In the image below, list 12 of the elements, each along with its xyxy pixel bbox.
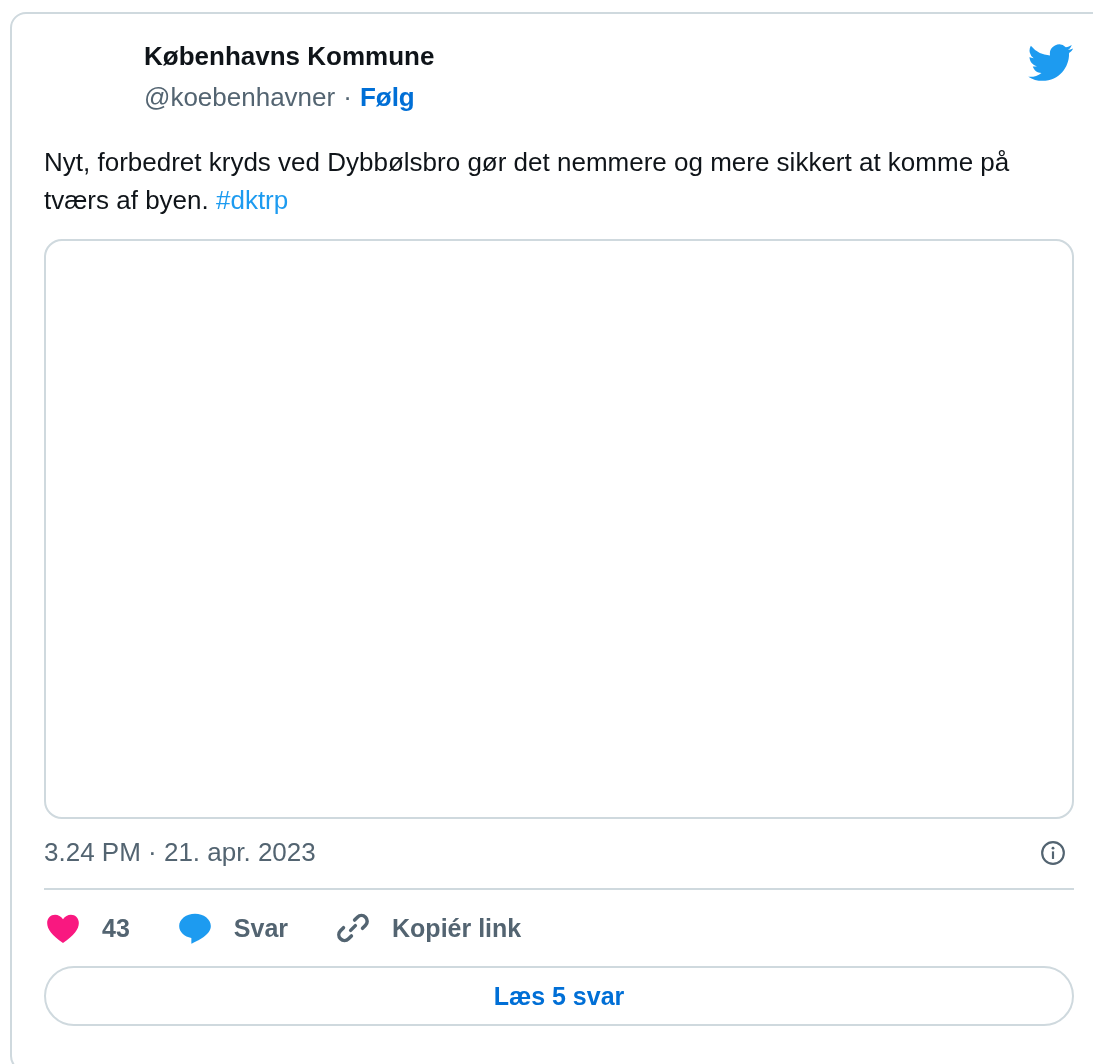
bird-icon[interactable]: [1028, 44, 1074, 82]
info-icon[interactable]: [1040, 839, 1066, 866]
timestamp[interactable]: 3.24 PM · 21. apr. 2023: [44, 837, 316, 868]
link-button[interactable]: Kopiér link: [334, 909, 522, 947]
tweet-text: Nyt, forbedret kryds ved Dybbølsbro gør det nemmere og mere sikkert at komme på tværs af byen. #dktrp: [44, 146, 1011, 217]
author-name[interactable]: Københavns Kommune: [144, 40, 435, 72]
separator-dot: ·: [343, 82, 352, 113]
read-replies-button[interactable]: Læs 5 svar: [44, 966, 1074, 1026]
reply-button[interactable]: Svar: [175, 909, 289, 947]
follow-link[interactable]: Følg: [359, 82, 415, 113]
author-handle: @koebenhavner: [144, 82, 336, 113]
like-button[interactable]: 43: [44, 909, 130, 947]
